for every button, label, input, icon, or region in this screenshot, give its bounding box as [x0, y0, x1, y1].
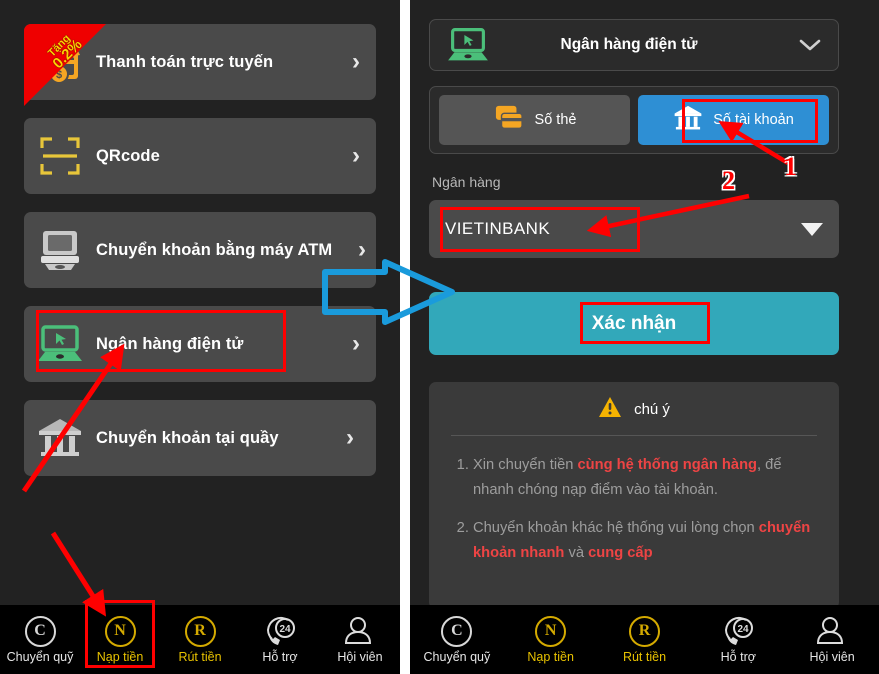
- notice-text: Chuyển khoản khác hệ thống vui lòng chọn: [473, 520, 759, 536]
- menu-item-label: Chuyển khoản bằng máy ATM: [96, 240, 333, 259]
- notice-text: và: [564, 545, 589, 561]
- bank-select[interactable]: VIETINBANK: [429, 200, 839, 258]
- bank-select-value: VIETINBANK: [445, 219, 551, 238]
- nav-item-transfer-fund[interactable]: C Chuyển quỹ: [0, 615, 80, 664]
- notice-highlight-text: cung cấp: [588, 545, 653, 561]
- notice-list: Xin chuyển tiền cùng hệ thống ngân hàng,…: [429, 453, 839, 566]
- svg-text:24: 24: [738, 624, 750, 635]
- confirm-button[interactable]: Xác nhận: [429, 292, 839, 355]
- nav-item-label: Hỗ trợ: [262, 649, 298, 664]
- support-phone-icon: 24: [263, 616, 297, 647]
- nav-item-label: Chuyển quỹ: [6, 649, 74, 664]
- tab-label: Số thẻ: [534, 112, 577, 128]
- nav-item-member[interactable]: Hội viên: [785, 616, 879, 664]
- member-person-icon: [343, 616, 377, 647]
- menu-item-label: QRcode: [96, 146, 160, 165]
- deposit-icon: N: [104, 615, 136, 647]
- transfer-fund-icon: C: [24, 615, 56, 647]
- bottom-navigation-right: C Chuyển quỹ N Nạp tiền R Rút tiền 24 Hỗ…: [410, 605, 879, 674]
- qrcode-icon: [24, 134, 96, 178]
- bottom-navigation-left: C Chuyển quỹ N Nạp tiền R Rút tiền 24 Hỗ…: [0, 605, 400, 674]
- notice-text: Xin chuyển tiền: [473, 457, 578, 473]
- payment-method-select[interactable]: Ngân hàng điện tử: [429, 19, 839, 71]
- nav-item-label: Nạp tiền: [96, 649, 144, 664]
- chevron-down-icon[interactable]: [782, 38, 838, 52]
- notice-panel: chú ý Xin chuyển tiền cùng hệ thống ngân…: [429, 382, 839, 609]
- notice-list-item: Xin chuyển tiền cùng hệ thống ngân hàng,…: [473, 453, 819, 503]
- left-panel: $ Thanh toán trực tuyến › Tặng 0.2% QRco…: [0, 0, 400, 674]
- bank-building-icon: [673, 104, 703, 136]
- bank-building-icon: [24, 416, 96, 460]
- confirm-button-label: Xác nhận: [591, 312, 677, 334]
- nav-item-member[interactable]: Hội viên: [320, 616, 400, 664]
- nav-item-label: Hội viên: [337, 649, 383, 664]
- tab-card-number[interactable]: Số thẻ: [439, 95, 630, 145]
- transfer-fund-icon: C: [441, 615, 473, 647]
- menu-item-qrcode[interactable]: QRcode ›: [24, 118, 376, 194]
- menu-item-counter-transfer[interactable]: Chuyển khoản tại quầy ›: [24, 400, 376, 476]
- deposit-icon: N: [535, 615, 567, 647]
- chevron-right-icon: ›: [358, 236, 366, 263]
- nav-item-deposit[interactable]: N Nạp tiền: [80, 615, 160, 664]
- warning-triangle-icon: [598, 396, 622, 422]
- cards-icon: [493, 104, 525, 136]
- menu-item-ebanking[interactable]: Ngân hàng điện tử ›: [24, 306, 376, 382]
- chevron-right-icon: ›: [352, 142, 360, 169]
- laptop-icon: [24, 323, 96, 365]
- nav-item-deposit[interactable]: N Nạp tiền: [504, 615, 598, 664]
- screenshot-root: $ Thanh toán trực tuyến › Tặng 0.2% QRco…: [0, 0, 879, 674]
- nav-item-transfer-fund[interactable]: C Chuyển quỹ: [410, 615, 504, 664]
- nav-item-label: Hội viên: [809, 649, 855, 664]
- notice-header: chú ý: [429, 396, 839, 422]
- svg-text:$: $: [56, 69, 62, 81]
- nav-item-withdraw[interactable]: R Rút tiền: [598, 615, 692, 664]
- nav-item-support[interactable]: 24 Hỗ trợ: [691, 616, 785, 664]
- nav-item-label: Chuyển quỹ: [423, 649, 491, 664]
- notice-title: chú ý: [634, 400, 670, 418]
- menu-item-atm-transfer[interactable]: Chuyển khoản bằng máy ATM ›: [24, 212, 376, 288]
- member-person-icon: [815, 616, 849, 647]
- bank-field-label: Ngân hàng: [432, 174, 501, 190]
- chevron-right-icon: ›: [346, 424, 354, 451]
- menu-item-label: Chuyển khoản tại quầy: [96, 428, 279, 447]
- support-phone-icon: 24: [721, 616, 755, 647]
- menu-item-label: Ngân hàng điện tử: [96, 334, 244, 353]
- tab-account-number[interactable]: Số tài khoản: [638, 95, 829, 145]
- svg-text:24: 24: [279, 624, 291, 635]
- nav-item-label: Rút tiền: [622, 649, 667, 664]
- payment-method-value: Ngân hàng điện tử: [560, 36, 698, 53]
- annotation-number-1: 1: [784, 152, 797, 181]
- annotation-number-2: 2: [722, 166, 735, 195]
- caret-down-icon[interactable]: [801, 222, 823, 236]
- nav-item-label: Rút tiền: [178, 649, 222, 664]
- account-type-tabs: Số thẻ Số tài khoản: [429, 86, 839, 154]
- withdraw-icon: R: [628, 615, 660, 647]
- tab-label: Số tài khoản: [713, 112, 794, 128]
- chevron-right-icon: ›: [352, 48, 360, 75]
- nav-item-support[interactable]: 24 Hỗ trợ: [240, 616, 320, 664]
- nav-item-label: Nạp tiền: [527, 649, 574, 664]
- right-panel: Ngân hàng điện tử Số thẻ Số tài khoản Ng…: [410, 0, 879, 674]
- notice-divider: [451, 435, 817, 436]
- withdraw-icon: R: [184, 615, 216, 647]
- card-money-icon: $: [24, 39, 96, 85]
- menu-item-online-payment[interactable]: $ Thanh toán trực tuyến › Tặng 0.2%: [24, 24, 376, 106]
- nav-item-label: Hỗ trợ: [720, 649, 756, 664]
- notice-list-item: Chuyển khoản khác hệ thống vui lòng chọn…: [473, 516, 819, 566]
- nav-item-withdraw[interactable]: R Rút tiền: [160, 615, 240, 664]
- menu-item-label: Thanh toán trực tuyến: [96, 52, 274, 71]
- chevron-right-icon: ›: [352, 330, 360, 357]
- atm-machine-icon: [24, 227, 96, 273]
- notice-highlight-text: cùng hệ thống ngân hàng: [577, 457, 758, 473]
